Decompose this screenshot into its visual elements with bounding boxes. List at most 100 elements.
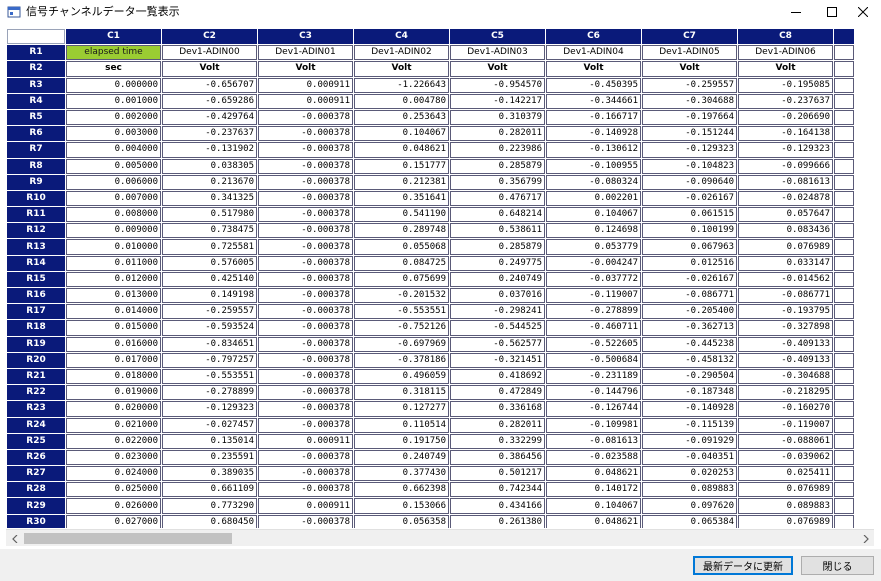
data-cell[interactable]: 0.738475 bbox=[162, 223, 257, 239]
data-cell[interactable]: -0.278899 bbox=[546, 304, 641, 320]
data-cell[interactable]: 0.140172 bbox=[546, 482, 641, 498]
data-cell[interactable]: 0.089883 bbox=[738, 498, 833, 514]
data-cell[interactable]: 0.240749 bbox=[450, 271, 545, 287]
data-cell[interactable]: -0.290504 bbox=[642, 368, 737, 385]
data-cell[interactable]: 0.332299 bbox=[450, 433, 545, 449]
data-cell[interactable]: 0.282011 bbox=[450, 417, 545, 433]
data-cell[interactable]: -0.201532 bbox=[354, 288, 449, 304]
data-cell[interactable]: -0.130612 bbox=[546, 142, 641, 158]
row-header[interactable]: R2 bbox=[7, 61, 65, 77]
data-cell[interactable]: 0.057647 bbox=[738, 207, 833, 223]
data-cell[interactable]: 0.084725 bbox=[354, 255, 449, 271]
data-cell[interactable]: 0.097620 bbox=[642, 498, 737, 514]
data-cell[interactable]: -0.000378 bbox=[258, 142, 353, 158]
data-cell[interactable]: -0.129323 bbox=[162, 401, 257, 417]
data-grid[interactable]: C1 C2 C3 C4 C5 C6 C7 C8 R1 elapsed time Dev1-ADIN0… bbox=[6, 28, 880, 528]
data-cell[interactable]: -0.409133 bbox=[738, 336, 833, 352]
data-cell[interactable]: -0.091929 bbox=[642, 433, 737, 449]
data-cell[interactable]: 0.076989 bbox=[738, 482, 833, 498]
data-cell[interactable]: 0.020000 bbox=[66, 401, 161, 417]
data-cell[interactable]: 0.648214 bbox=[450, 207, 545, 223]
unit-cell[interactable]: Volt bbox=[354, 61, 449, 77]
data-cell[interactable]: 0.053779 bbox=[546, 239, 641, 255]
data-cell[interactable]: -0.131902 bbox=[162, 142, 257, 158]
data-cell[interactable]: -0.000378 bbox=[258, 190, 353, 207]
data-cell[interactable]: -0.081613 bbox=[738, 174, 833, 190]
data-cell[interactable]: -0.088061 bbox=[738, 433, 833, 449]
channel-name-cell[interactable]: elapsed time bbox=[66, 45, 161, 61]
data-cell[interactable]: 0.007000 bbox=[66, 190, 161, 207]
data-cell[interactable]: -0.259557 bbox=[162, 304, 257, 320]
data-cell[interactable]: -0.000378 bbox=[258, 126, 353, 142]
data-cell[interactable]: -0.104823 bbox=[642, 158, 737, 174]
column-header[interactable]: C6 bbox=[546, 29, 641, 45]
row-header[interactable]: R10 bbox=[7, 190, 65, 207]
data-cell[interactable]: -0.409133 bbox=[738, 352, 833, 368]
data-cell[interactable]: -0.205400 bbox=[642, 304, 737, 320]
data-cell[interactable]: 0.351641 bbox=[354, 190, 449, 207]
data-cell[interactable]: -0.553551 bbox=[354, 304, 449, 320]
refresh-button[interactable]: 最新データに更新 bbox=[693, 556, 793, 575]
data-cell[interactable]: -0.040351 bbox=[642, 449, 737, 466]
row-header[interactable]: R8 bbox=[7, 158, 65, 174]
data-cell[interactable]: 0.124698 bbox=[546, 223, 641, 239]
data-cell[interactable]: 0.576005 bbox=[162, 255, 257, 271]
scrollbar-thumb[interactable] bbox=[24, 533, 232, 544]
data-cell[interactable]: -0.562577 bbox=[450, 336, 545, 352]
data-cell[interactable]: -0.000378 bbox=[258, 109, 353, 126]
data-cell[interactable]: 0.476717 bbox=[450, 190, 545, 207]
data-cell[interactable]: 0.249775 bbox=[450, 255, 545, 271]
data-cell[interactable]: -0.656707 bbox=[162, 77, 257, 93]
data-cell[interactable]: 0.061515 bbox=[642, 207, 737, 223]
column-header[interactable]: C8 bbox=[738, 29, 833, 45]
data-cell[interactable]: 0.076989 bbox=[738, 239, 833, 255]
unit-cell[interactable]: sec bbox=[66, 61, 161, 77]
channel-name-cell[interactable]: Dev1-ADIN03 bbox=[450, 45, 545, 61]
unit-cell[interactable]: Volt bbox=[162, 61, 257, 77]
data-cell[interactable]: 0.000911 bbox=[258, 498, 353, 514]
data-cell[interactable]: 0.496059 bbox=[354, 368, 449, 385]
unit-cell[interactable]: Volt bbox=[546, 61, 641, 77]
row-header[interactable]: R5 bbox=[7, 109, 65, 126]
channel-name-cell[interactable]: Dev1-ADIN02 bbox=[354, 45, 449, 61]
row-header[interactable]: R6 bbox=[7, 126, 65, 142]
data-cell[interactable]: -0.140928 bbox=[546, 126, 641, 142]
data-cell[interactable]: -0.100955 bbox=[546, 158, 641, 174]
data-cell[interactable]: 0.006000 bbox=[66, 174, 161, 190]
data-cell[interactable]: -0.000378 bbox=[258, 320, 353, 336]
row-header[interactable]: R29 bbox=[7, 498, 65, 514]
data-cell[interactable]: -0.000378 bbox=[258, 174, 353, 190]
data-cell[interactable]: 0.016000 bbox=[66, 336, 161, 352]
row-header[interactable]: R1 bbox=[7, 45, 65, 61]
data-cell[interactable]: -0.164138 bbox=[738, 126, 833, 142]
data-cell[interactable]: 0.002201 bbox=[546, 190, 641, 207]
data-cell[interactable]: -0.218295 bbox=[738, 385, 833, 401]
data-cell[interactable]: 0.104067 bbox=[354, 126, 449, 142]
data-cell[interactable]: -0.000378 bbox=[258, 255, 353, 271]
data-cell[interactable]: 0.104067 bbox=[546, 498, 641, 514]
data-cell[interactable]: -0.659286 bbox=[162, 93, 257, 109]
data-cell[interactable]: -0.544525 bbox=[450, 320, 545, 336]
row-header[interactable]: R23 bbox=[7, 401, 65, 417]
data-cell[interactable]: 0.000911 bbox=[258, 77, 353, 93]
data-cell[interactable]: 0.501217 bbox=[450, 466, 545, 482]
row-header[interactable]: R17 bbox=[7, 304, 65, 320]
data-cell[interactable]: 0.282011 bbox=[450, 126, 545, 142]
data-cell[interactable]: -0.026167 bbox=[642, 190, 737, 207]
row-header[interactable]: R18 bbox=[7, 320, 65, 336]
data-cell[interactable]: 0.538611 bbox=[450, 223, 545, 239]
data-cell[interactable]: -0.321451 bbox=[450, 352, 545, 368]
data-cell[interactable]: 0.725581 bbox=[162, 239, 257, 255]
data-cell[interactable]: -0.000378 bbox=[258, 466, 353, 482]
data-cell[interactable]: -0.129323 bbox=[642, 142, 737, 158]
data-cell[interactable]: 0.014000 bbox=[66, 304, 161, 320]
data-cell[interactable]: -0.000378 bbox=[258, 158, 353, 174]
data-cell[interactable]: -0.039062 bbox=[738, 449, 833, 466]
data-cell[interactable]: -0.142217 bbox=[450, 93, 545, 109]
row-header[interactable]: R7 bbox=[7, 142, 65, 158]
data-cell[interactable]: -0.195085 bbox=[738, 77, 833, 93]
unit-cell[interactable]: Volt bbox=[642, 61, 737, 77]
data-cell[interactable]: -0.522605 bbox=[546, 336, 641, 352]
data-cell[interactable]: -0.593524 bbox=[162, 320, 257, 336]
row-header[interactable]: R30 bbox=[7, 514, 65, 528]
